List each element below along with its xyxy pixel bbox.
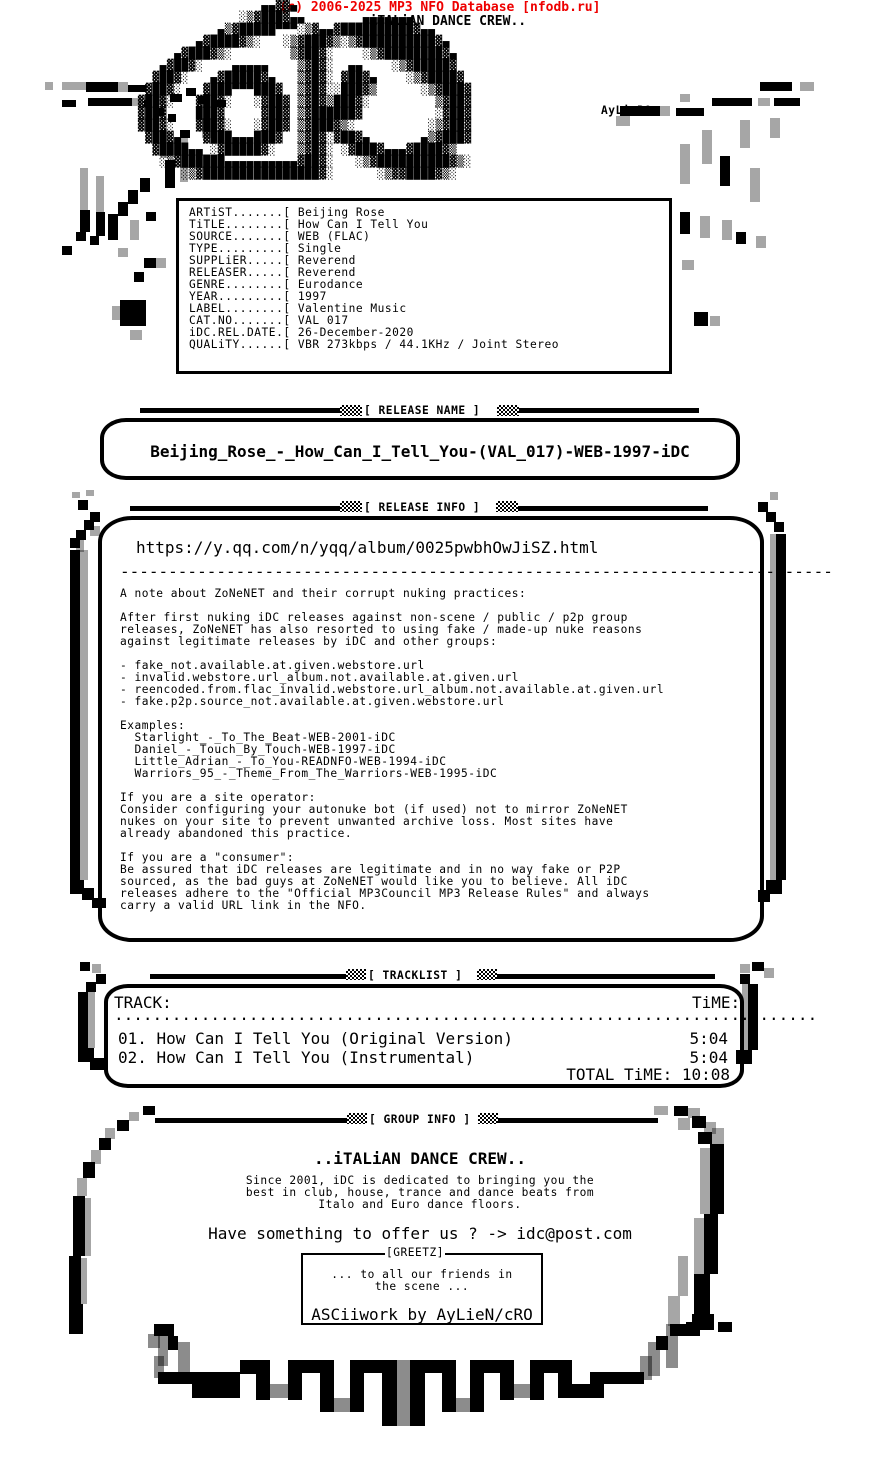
release-info-line: - fake.p2p.source_not.available.at.given… <box>120 695 505 708</box>
greetz-line: the scene ... <box>374 1280 470 1293</box>
release-source-url[interactable]: https://y.qq.com/n/yqq/album/0025pwbhOwJ… <box>136 538 598 557</box>
group-description: Since 2001, iDC is dedicated to bringing… <box>140 1175 700 1211</box>
release-info-divider: ----------------------------------------… <box>120 562 833 581</box>
release-info-line: against legitimate releases by iDC and o… <box>120 635 498 648</box>
metadata-rows: ARTiST.......[ Beijing Rose TiTLE........… <box>179 201 669 357</box>
release-info-line: Warriors_95_-_Theme_From_The_Warriors-WE… <box>120 767 498 780</box>
tracklist-right-deco <box>736 962 774 1064</box>
release-info-line <box>120 708 664 720</box>
release-name-title-checker-left <box>340 405 362 416</box>
release-info-line: A note about ZoNeNET and their corrupt n… <box>120 587 527 600</box>
metadata-left-deco <box>112 258 166 340</box>
release-info-title-checker-right <box>496 501 518 512</box>
release-info-title: [ RELEASE INFO ] <box>362 501 483 514</box>
release-name-value: Beijing_Rose_-_How_Can_I_Tell_You-(VAL_0… <box>150 442 690 461</box>
tracklist-track-name: 01. How Can I Tell You (Original Version… <box>118 1029 513 1048</box>
group-info-title-bar-right <box>498 1118 658 1123</box>
tracklist-total: TOTAL TiME: 10:08 <box>566 1065 730 1084</box>
release-info-line: already abandoned this practice. <box>120 827 353 840</box>
tracklist-title: [ TRACKLIST ] <box>366 969 465 982</box>
release-name-title-bar-left <box>140 408 340 413</box>
tracklist-row: 01. How Can I Tell You (Original Version… <box>118 1029 728 1048</box>
greetz-lines: ... to all our friends in the scene ... <box>301 1269 543 1293</box>
tracklist-track-time: 5:04 <box>689 1029 728 1048</box>
tracklist-separator: ........................................… <box>114 1005 818 1024</box>
release-info-body: A note about ZoNeNET and their corrupt n… <box>120 588 664 912</box>
group-crew-tagline: ..iTALiAN DANCE CREW.. <box>314 1149 526 1168</box>
release-name-title: [ RELEASE NAME ] <box>362 404 483 417</box>
bottom-border-decoration <box>148 1322 700 1426</box>
greetz-label: [GREETZ] <box>385 1246 446 1259</box>
release-metadata-panel: ARTiST.......[ Beijing Rose TiTLE........… <box>176 198 672 374</box>
release-info-title-bar-right <box>518 506 708 511</box>
tracklist-title-bar-left <box>150 974 346 979</box>
tracklist-left-deco <box>78 962 106 1070</box>
group-info-title-checker-left <box>347 1113 367 1124</box>
group-info-right-deco <box>654 1106 732 1332</box>
release-info-left-deco <box>70 490 106 908</box>
tracklist-title-bar-right <box>497 974 715 979</box>
release-name-title-bar-right <box>519 408 699 413</box>
group-info-title: [ GROUP INFO ] <box>367 1113 473 1126</box>
metadata-right-deco <box>682 260 720 326</box>
metadata-key: QUALiTY......[ <box>189 338 291 351</box>
tracklist-title-checker-right <box>477 969 497 980</box>
group-info-title-checker-right <box>478 1113 498 1124</box>
group-info-left-deco <box>69 1106 155 1334</box>
group-info-title-bar-left <box>155 1118 347 1123</box>
metadata-row: QUALiTY......[ VBR 273kbps / 44.1KHz / J… <box>189 339 659 351</box>
release-info-line: carry a valid URL link in the NFO. <box>120 899 367 912</box>
metadata-value: VBR 273kbps / 44.1KHz / Joint Stereo <box>290 338 560 351</box>
tracklist-rows: 01. How Can I Tell You (Original Version… <box>118 1029 728 1067</box>
release-name-title-checker-right <box>497 405 519 416</box>
tracklist-title-checker-left <box>346 969 366 980</box>
release-info-right-deco <box>758 492 786 902</box>
group-description-line: Italo and Euro dance floors. <box>318 1198 522 1211</box>
release-info-title-bar-left <box>130 506 340 511</box>
release-info-title-checker-left <box>340 501 362 512</box>
group-contact: Have something to offer us ? -> idc@post… <box>208 1224 632 1243</box>
